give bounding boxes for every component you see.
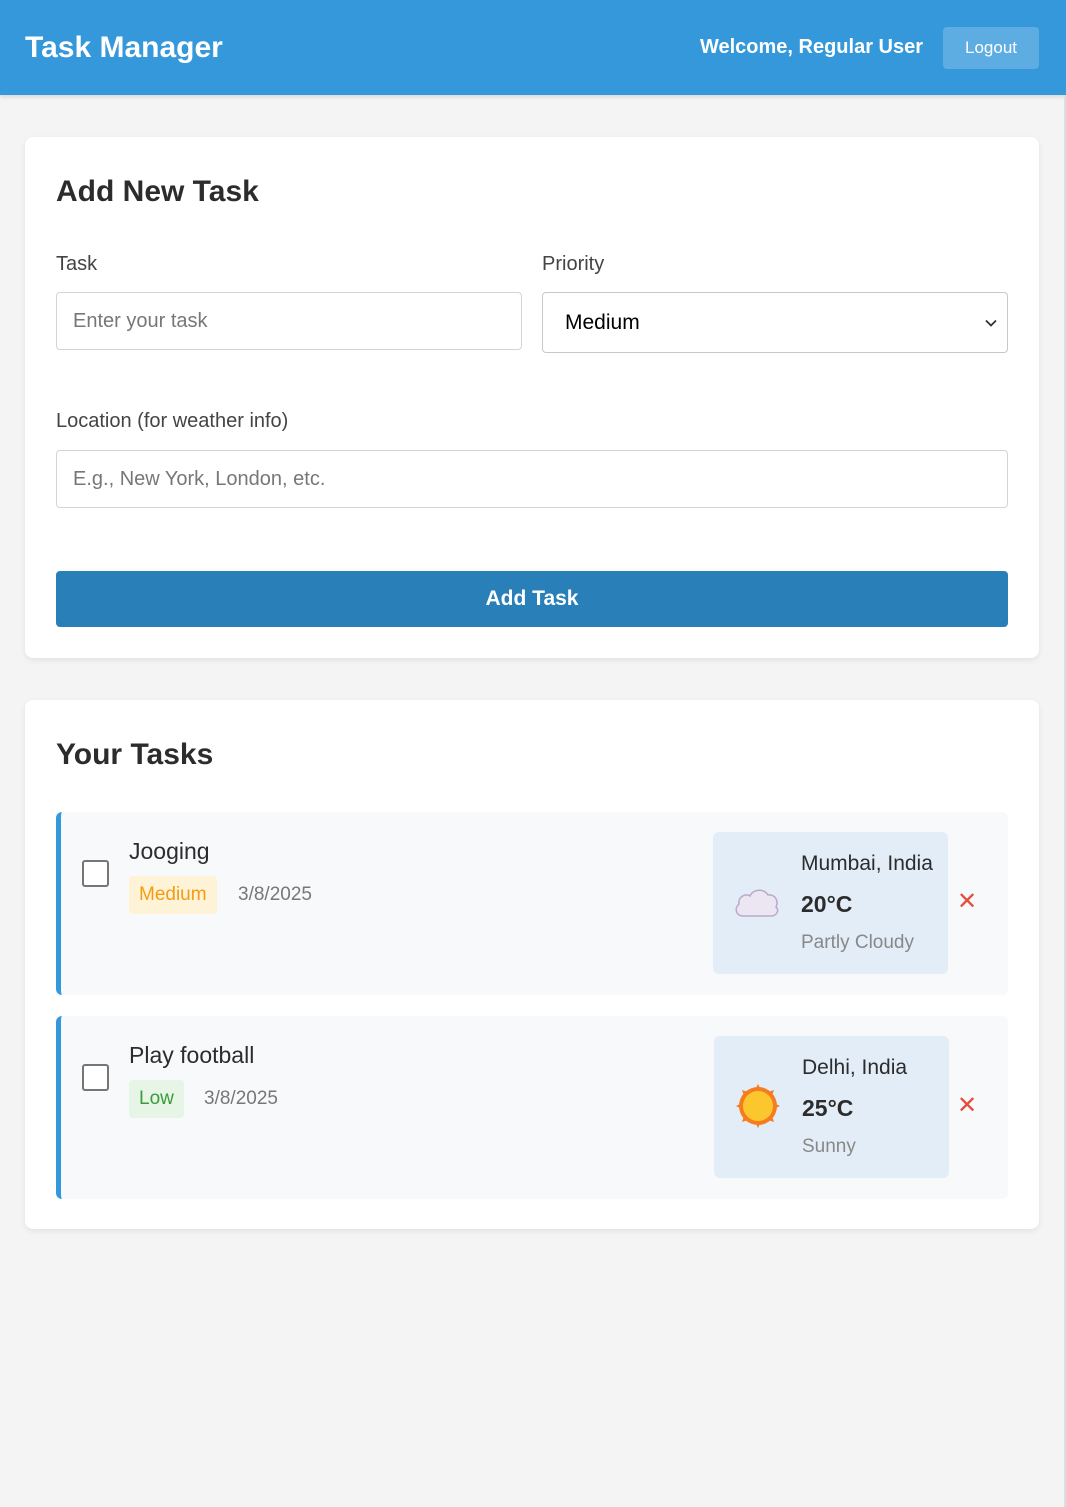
- welcome-text: Welcome, Regular User: [699, 36, 923, 58]
- priority-badge: Medium: [129, 876, 217, 914]
- location-label: Location (for weather info): [56, 410, 289, 432]
- task-complete-checkbox[interactable]: [82, 1064, 109, 1091]
- weather-widget: Delhi, India 25°C Sunny: [714, 1036, 949, 1178]
- delete-task-button[interactable]: ✕: [957, 1094, 977, 1118]
- add-task-card: Add New Task Task Enter your task Priori…: [25, 137, 1039, 658]
- app-title: Task Manager: [25, 30, 223, 64]
- weather-temperature: 20°C: [801, 891, 853, 917]
- tasks-heading: Your Tasks: [56, 738, 214, 771]
- tasks-card: Your Tasks Jooging Medium 3/8/2025 Mumba…: [25, 700, 1039, 1229]
- logout-button[interactable]: Logout: [943, 26, 1039, 69]
- task-title: Jooging: [129, 838, 210, 864]
- cloud-icon: [733, 882, 781, 922]
- location-input-placeholder: E.g., New York, London, etc.: [73, 467, 326, 490]
- priority-badge: Low: [129, 1080, 184, 1118]
- header-user-area: Welcome, Regular User Logout: [699, 26, 1039, 69]
- weather-widget: Mumbai, India 20°C Partly Cloudy: [713, 832, 948, 974]
- task-label: Task: [56, 253, 98, 275]
- task-date: 3/8/2025: [204, 1088, 278, 1109]
- weather-condition: Sunny: [802, 1136, 856, 1157]
- priority-label: Priority: [542, 253, 605, 275]
- sun-icon: [736, 1084, 784, 1128]
- weather-location: Mumbai, India: [801, 852, 933, 875]
- delete-task-button[interactable]: ✕: [957, 890, 977, 914]
- task-item: Jooging Medium 3/8/2025 Mumbai, India 20…: [56, 812, 1008, 995]
- location-input[interactable]: E.g., New York, London, etc.: [56, 450, 1008, 508]
- task-complete-checkbox[interactable]: [82, 860, 109, 887]
- add-task-heading: Add New Task: [56, 175, 259, 208]
- task-title: Play football: [129, 1042, 255, 1068]
- task-item: Play football Low 3/8/2025 Delhi, India …: [56, 1016, 1008, 1199]
- app-header: Task Manager Welcome, Regular User Logou…: [0, 0, 1066, 95]
- priority-selected-value: Medium: [565, 310, 640, 334]
- priority-select[interactable]: Medium: [542, 292, 1008, 353]
- task-input[interactable]: Enter your task: [56, 292, 522, 350]
- add-task-button[interactable]: Add Task: [56, 571, 1008, 627]
- weather-location: Delhi, India: [802, 1056, 908, 1079]
- weather-condition: Partly Cloudy: [801, 932, 914, 953]
- task-input-placeholder: Enter your task: [73, 309, 208, 332]
- chevron-down-icon: [985, 314, 997, 332]
- weather-temperature: 25°C: [802, 1095, 854, 1121]
- task-date: 3/8/2025: [238, 884, 312, 905]
